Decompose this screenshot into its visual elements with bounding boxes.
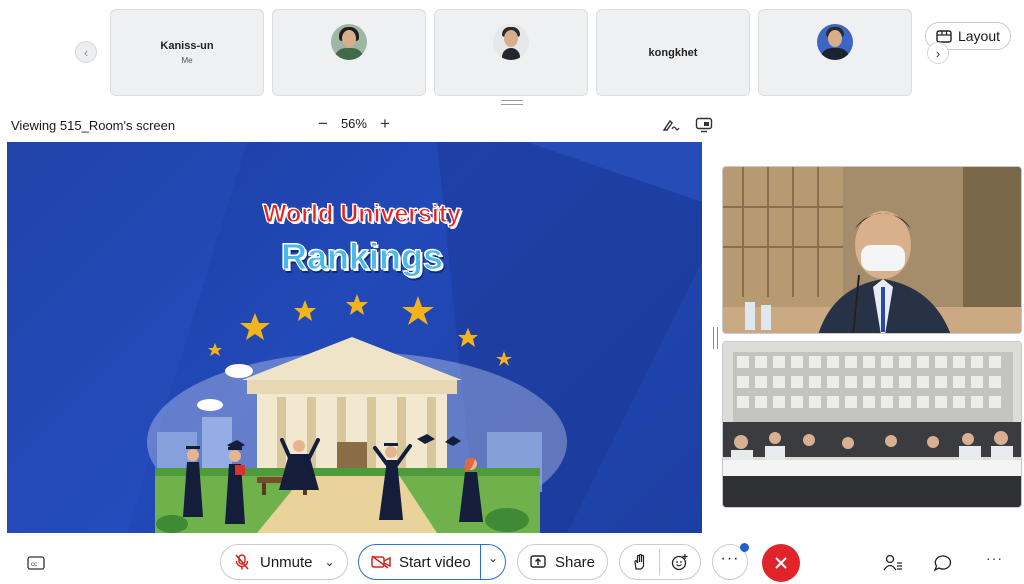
chevron-left-icon: ‹ [83,44,89,60]
participant-avatar [331,23,367,60]
strip-prev-button[interactable]: ‹ [75,41,97,63]
participant-tile[interactable]: kongkhet [596,9,750,96]
slide-title-line2: Rankings [280,236,444,278]
chat-icon[interactable] [933,554,953,572]
more-panels-icon[interactable]: ··· [986,550,1003,566]
more-options-button[interactable]: ··· [712,543,749,580]
emoji-reaction-icon[interactable] [671,553,689,571]
zoom-level: 56% [340,116,367,131]
video-feed[interactable] [722,341,1022,508]
unmute-label: Unmute [260,553,313,571]
participant-avatar [493,23,529,60]
participants-icon[interactable] [883,554,903,572]
zoom-in-button[interactable]: + [380,115,390,132]
zoom-out-button[interactable]: − [318,115,328,132]
reactions-group [619,544,701,580]
video-feed[interactable] [722,166,1022,334]
participant-strip: ‹ Kaniss-un Me kongkhet Layout › [0,0,1024,105]
annotate-icon[interactable] [662,117,680,133]
video-off-icon [371,555,391,569]
viewing-bar: Viewing 515_Room's screen − 56% + [0,110,1024,140]
participant-tile[interactable] [434,9,588,96]
meeting-toolbar: cc Unmute ⌄ Start video ⌄ Share ··· ··· [0,538,1024,584]
notification-dot [740,543,749,552]
leave-meeting-button[interactable] [762,544,800,582]
participant-name: kongkhet [648,46,698,59]
share-screen-icon [530,555,546,568]
strip-next-button[interactable]: › [927,42,949,64]
video-feed-image [723,167,1021,333]
start-video-button[interactable]: Start video ⌄ [358,544,506,580]
start-video-label: Start video [399,553,471,571]
shared-screen[interactable]: World University Rankings [7,142,702,533]
microphone-muted-icon [235,554,249,570]
participant-name: Kaniss-un [160,40,214,52]
more-icon: ··· [720,550,740,567]
share-label: Share [554,553,596,571]
participant-tile[interactable] [758,9,912,96]
chevron-down-icon: ⌄ [488,551,499,565]
participant-tile[interactable] [272,9,426,96]
close-icon [775,557,787,569]
chevron-right-icon: › [935,45,941,61]
unmute-button[interactable]: Unmute ⌄ [220,544,348,580]
closed-captions-icon[interactable]: cc [27,556,45,570]
layout-label: Layout [957,28,1001,44]
svg-text:cc: cc [31,562,37,568]
participant-avatar [817,23,853,60]
video-feed-image [723,342,1021,507]
participant-subtitle: Me [181,56,193,65]
viewing-label: Viewing 515_Room's screen [11,118,176,133]
raise-hand-icon[interactable] [632,553,648,571]
slide-title-line1: World University [262,200,462,229]
screen-options-icon[interactable] [695,117,713,133]
layout-grid-icon [936,29,952,43]
share-button[interactable]: Share [517,544,608,580]
participant-tile[interactable]: Kaniss-un Me [110,9,264,96]
zoom-control: − 56% + [318,115,390,132]
panel-resize-handle[interactable] [713,327,718,349]
chevron-down-icon: ⌄ [324,555,335,569]
strip-resize-handle[interactable] [501,100,523,105]
